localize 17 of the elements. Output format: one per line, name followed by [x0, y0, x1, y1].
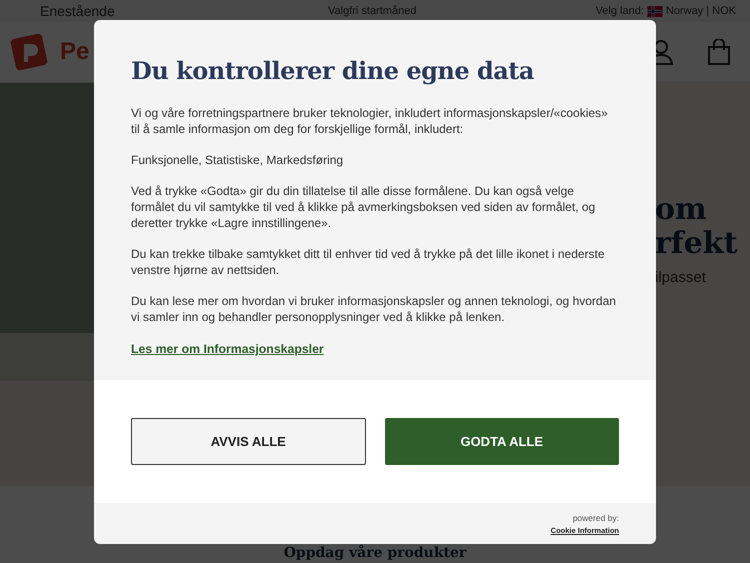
cookie-info-link[interactable]: Les mer om Informasjonskapsler [131, 342, 324, 356]
section-heading: Oppdag våre produkter [284, 545, 466, 562]
hero-title: rfekt [655, 227, 738, 261]
promo-text: Valgfri startmåned [328, 5, 418, 17]
dialog-paragraph: Ved å trykke «Godta» gir du din tillatelse til alle disse formålene. Du kan også velge formålet du vil samtykke til ved å klikke på avmerkingsboksen ved siden av formålet, og deretter trykke «Lagre innstillingene». [131, 183, 596, 231]
reject-all-button[interactable]: AVVIS ALLE [131, 418, 366, 465]
dialog-paragraph: Funksjonelle, Statistiske, Markedsføring [131, 152, 344, 168]
powered-by-text: powered by: [572, 512, 619, 522]
hero-title: om [655, 193, 708, 227]
accept-all-button[interactable]: GODTA ALLE [384, 418, 619, 465]
rating-text: Enestående [40, 3, 116, 19]
dialog-paragraph: Vi og våre forretningspartnere bruker teknologier, inkludert informasjonskapsler/«cookies» til å samle informasjon om deg for forskjellige formål, inkludert: [131, 105, 609, 137]
dialog-paragraph: Du kan trekke tilbake samtykket ditt til enhver tid ved å trykke på det lille ikonet i nederste venstre hjørne av nettsiden. [131, 246, 606, 278]
hero-subtitle: ilpasset [655, 269, 707, 286]
dialog-paragraph: Du kan lese mer om hvordan vi bruker informasjonskapsler og annen teknologi, og hvordan vi samler inn og behandler personopplysninger ved å klikke på lenken. [131, 293, 617, 325]
dialog-title: Du kontrollerer dine egne data [131, 56, 535, 85]
country-label: Velg land: [596, 5, 644, 17]
